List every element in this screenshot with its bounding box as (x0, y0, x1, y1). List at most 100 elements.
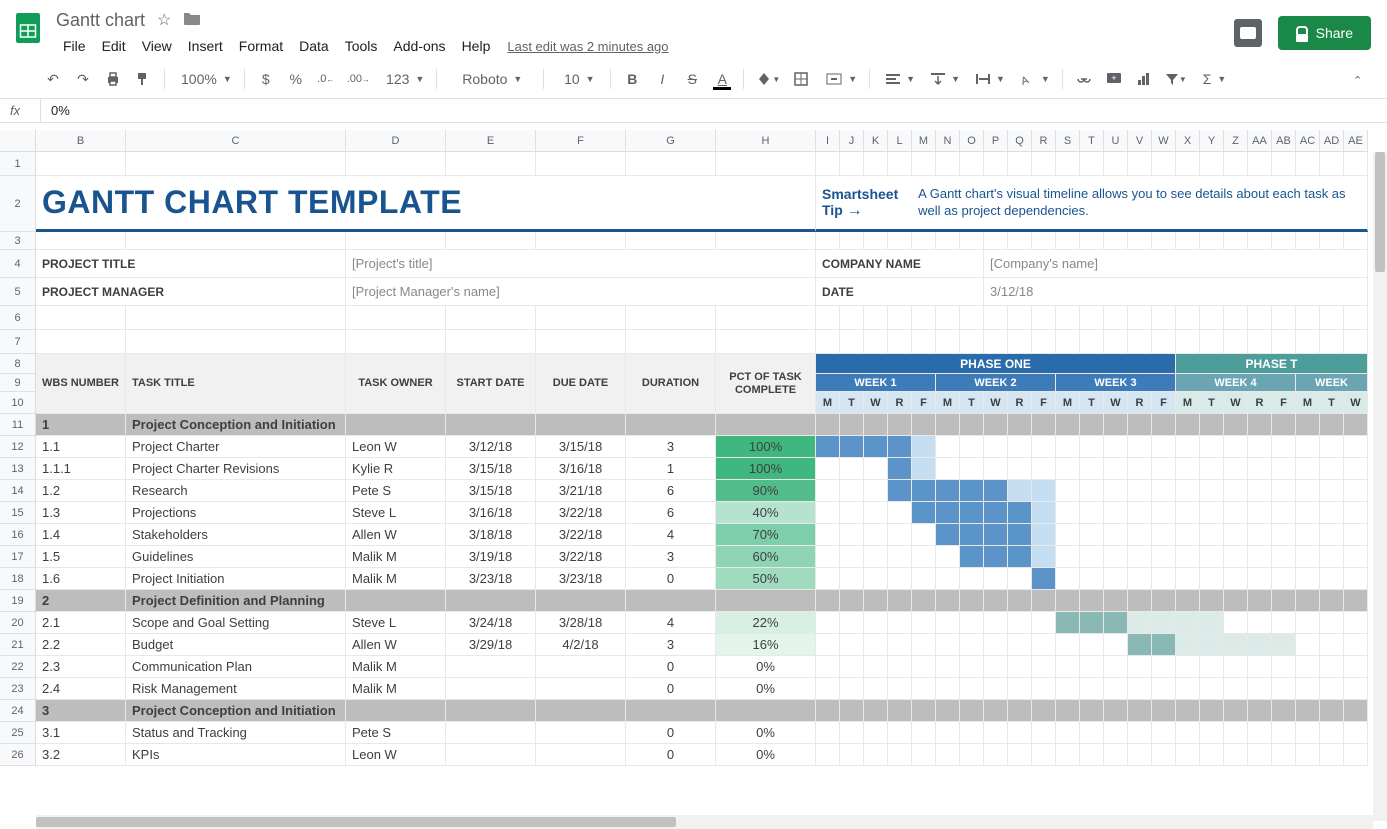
gantt-cell[interactable] (1296, 656, 1320, 678)
task-duration[interactable]: 4 (626, 612, 716, 634)
gantt-cell[interactable] (1080, 656, 1104, 678)
gantt-cell[interactable] (936, 480, 960, 502)
task-wbs[interactable]: 1.2 (36, 480, 126, 502)
gantt-cell[interactable] (1224, 722, 1248, 744)
gantt-cell[interactable] (1104, 744, 1128, 766)
share-button[interactable]: Share (1278, 16, 1371, 50)
task-start[interactable]: 3/15/18 (446, 480, 536, 502)
gantt-cell[interactable] (1320, 568, 1344, 590)
col-header[interactable]: Q (1008, 130, 1032, 152)
gantt-cell[interactable] (888, 744, 912, 766)
section-cell[interactable] (446, 414, 536, 436)
row-header[interactable]: 17 (0, 546, 36, 568)
section-cell[interactable] (1008, 590, 1032, 612)
gantt-cell[interactable] (1320, 524, 1344, 546)
section-wbs[interactable]: 2 (36, 590, 126, 612)
task-due[interactable]: 3/28/18 (536, 612, 626, 634)
cell[interactable] (1080, 152, 1104, 176)
sheets-logo-icon[interactable] (8, 8, 48, 48)
gantt-cell[interactable] (1152, 744, 1176, 766)
gantt-cell[interactable] (1104, 722, 1128, 744)
col-header[interactable]: E (446, 130, 536, 152)
cell[interactable] (126, 306, 346, 330)
gantt-cell[interactable] (936, 612, 960, 634)
cell[interactable] (840, 152, 864, 176)
cell[interactable] (1152, 232, 1176, 250)
cell[interactable] (1200, 330, 1224, 354)
comments-button[interactable] (1234, 19, 1262, 47)
cell[interactable] (446, 232, 536, 250)
gantt-cell[interactable] (1344, 744, 1368, 766)
chart-button[interactable] (1131, 66, 1157, 92)
gantt-cell[interactable] (912, 546, 936, 568)
row-header[interactable]: 10 (0, 392, 36, 414)
cell[interactable] (126, 232, 346, 250)
gantt-cell[interactable] (864, 612, 888, 634)
gantt-cell[interactable] (1344, 458, 1368, 480)
gantt-cell[interactable] (1248, 744, 1272, 766)
gantt-cell[interactable] (1176, 634, 1200, 656)
filter-button[interactable]: ▼ (1161, 66, 1191, 92)
cell[interactable] (888, 232, 912, 250)
cell[interactable] (1056, 152, 1080, 176)
gantt-cell[interactable] (912, 678, 936, 700)
task-duration[interactable]: 1 (626, 458, 716, 480)
cell[interactable] (626, 232, 716, 250)
task-duration[interactable]: 6 (626, 502, 716, 524)
gantt-cell[interactable] (1032, 436, 1056, 458)
gantt-cell[interactable] (840, 722, 864, 744)
gantt-cell[interactable] (1008, 678, 1032, 700)
week-header[interactable]: WEEK (1296, 374, 1368, 392)
cell[interactable] (1152, 306, 1176, 330)
table-col-header[interactable]: DURATION (626, 354, 716, 414)
section-cell[interactable] (446, 700, 536, 722)
section-cell[interactable] (626, 590, 716, 612)
week-header[interactable]: WEEK 1 (816, 374, 936, 392)
gantt-cell[interactable] (1176, 546, 1200, 568)
task-pct[interactable]: 40% (716, 502, 816, 524)
gantt-cell[interactable] (1128, 634, 1152, 656)
gantt-cell[interactable] (960, 524, 984, 546)
cell[interactable] (1080, 330, 1104, 354)
task-owner[interactable]: Malik M (346, 568, 446, 590)
gantt-cell[interactable] (1104, 502, 1128, 524)
gantt-cell[interactable] (1272, 722, 1296, 744)
task-due[interactable] (536, 744, 626, 766)
gantt-cell[interactable] (1200, 612, 1224, 634)
task-owner[interactable]: Allen W (346, 524, 446, 546)
gantt-cell[interactable] (1320, 656, 1344, 678)
row-header[interactable]: 19 (0, 590, 36, 612)
gantt-cell[interactable] (1080, 722, 1104, 744)
gantt-cell[interactable] (1296, 634, 1320, 656)
print-button[interactable] (100, 66, 126, 92)
gantt-cell[interactable] (840, 480, 864, 502)
cell[interactable] (1056, 306, 1080, 330)
gantt-cell[interactable] (840, 612, 864, 634)
gantt-cell[interactable] (1080, 634, 1104, 656)
proj-label[interactable]: COMPANY NAME (816, 250, 984, 278)
task-start[interactable]: 3/19/18 (446, 546, 536, 568)
cell[interactable] (816, 152, 840, 176)
gantt-cell[interactable] (1080, 678, 1104, 700)
task-title[interactable]: Research (126, 480, 346, 502)
gantt-cell[interactable] (1320, 436, 1344, 458)
gantt-cell[interactable] (1272, 546, 1296, 568)
gantt-cell[interactable] (1272, 744, 1296, 766)
row-header[interactable]: 23 (0, 678, 36, 700)
cell[interactable] (864, 152, 888, 176)
cell[interactable] (936, 152, 960, 176)
gantt-cell[interactable] (1032, 502, 1056, 524)
table-col-header[interactable]: START DATE (446, 354, 536, 414)
task-duration[interactable]: 6 (626, 480, 716, 502)
gantt-cell[interactable] (1224, 546, 1248, 568)
section-cell[interactable] (1128, 700, 1152, 722)
task-wbs[interactable]: 1.4 (36, 524, 126, 546)
proj-value[interactable]: [Company's name] (984, 250, 1368, 278)
cell[interactable] (1056, 330, 1080, 354)
gantt-cell[interactable] (840, 678, 864, 700)
cell[interactable] (36, 306, 126, 330)
cell[interactable] (1008, 330, 1032, 354)
task-title[interactable]: Status and Tracking (126, 722, 346, 744)
gantt-cell[interactable] (1176, 678, 1200, 700)
gantt-cell[interactable] (912, 524, 936, 546)
